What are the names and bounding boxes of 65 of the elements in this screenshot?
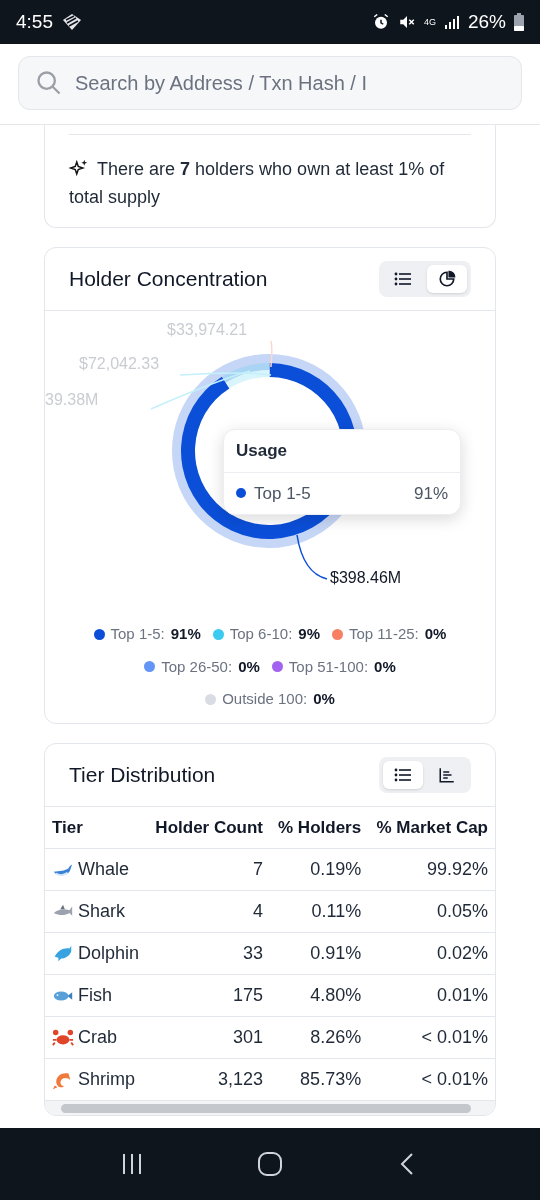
column-header: Holder Count (147, 806, 270, 849)
card-title: Tier Distribution (69, 761, 216, 788)
pie-chart-icon (438, 270, 456, 288)
table-cell-text: Shrimp (78, 1068, 135, 1091)
battery-percent: 26% (467, 9, 506, 34)
column-header: % Market Cap (368, 806, 495, 849)
tooltip-value: 91% (413, 482, 448, 505)
legend-label: Top 26-50: (161, 656, 233, 677)
column-header: Tier (45, 806, 148, 849)
signal-icon (443, 14, 460, 30)
list-icon (394, 766, 412, 783)
tooltip-label: Top 1-5 (254, 482, 311, 505)
table-cell: 99.92% (368, 848, 495, 891)
pie-chart-button[interactable] (427, 265, 467, 293)
table-cell: < 0.01% (368, 1016, 495, 1059)
column-header: % Holders (270, 806, 369, 849)
table-cell: 85.73% (270, 1058, 369, 1101)
table-cell: 0.11% (270, 890, 369, 933)
table-cell: 3,123 (147, 1058, 270, 1101)
bar-chart-icon (438, 765, 456, 784)
legend-value: 0% (424, 624, 447, 644)
legend-label: Top 6-10: (229, 624, 293, 644)
legend-value: 0% (238, 656, 260, 677)
table-cell: 7 (147, 848, 270, 891)
table-cell-text: Fish (78, 984, 112, 1007)
table-cell: < 0.01% (368, 1058, 495, 1101)
status-time: 4:55 (16, 9, 53, 34)
table-cell-text: Whale (78, 858, 130, 881)
table-cell: 0.05% (368, 890, 495, 933)
table-cell: 4.80% (270, 974, 369, 1017)
battery-icon (514, 13, 524, 31)
table-cell: 8.26% (270, 1016, 369, 1059)
legend-label: Top 1-5: (110, 624, 165, 644)
legend-value: 0% (313, 689, 335, 709)
sparkle-icon (69, 159, 89, 177)
slice-label: $398.46M (330, 569, 402, 586)
app-logo-icon (61, 12, 83, 32)
table-cell: 175 (147, 974, 270, 1017)
legend-value: 9% (298, 624, 320, 644)
legend-value: 0% (374, 656, 396, 677)
table-cell: 0.02% (368, 932, 495, 975)
legend-label: Top 11-25: (349, 624, 419, 644)
table-cell: 301 (147, 1016, 270, 1059)
home-icon[interactable] (257, 1151, 283, 1177)
tooltip-title: Usage (224, 430, 460, 473)
search-icon (35, 69, 63, 97)
search-input[interactable]: Search by Address / Txn Hash / I (75, 68, 505, 98)
legend-label: Top 51-100: (288, 656, 369, 677)
summary-text: There are 7 holders who own at least 1% of total supply (69, 158, 446, 209)
alarm-icon (371, 13, 390, 31)
legend-label: Outside 100: (222, 689, 308, 709)
network-type: 4G (423, 17, 436, 27)
table-cell: 0.19% (270, 848, 369, 891)
table-cell-text: Dolphin (78, 942, 140, 965)
table-cell-text: Crab (78, 1026, 117, 1049)
table-cell: 33 (147, 932, 270, 975)
table-cell: 0.91% (270, 932, 369, 975)
search-field[interactable]: Search by Address / Txn Hash / I (18, 56, 522, 110)
list-view-button[interactable] (383, 760, 423, 789)
card-title: Holder Concentration (69, 266, 268, 293)
legend-value: 91% (170, 624, 201, 644)
table-cell: 0.01% (368, 974, 495, 1017)
table-cell: 4 (147, 890, 270, 933)
table-cell-text: Shark (78, 900, 126, 923)
list-icon (394, 271, 412, 287)
